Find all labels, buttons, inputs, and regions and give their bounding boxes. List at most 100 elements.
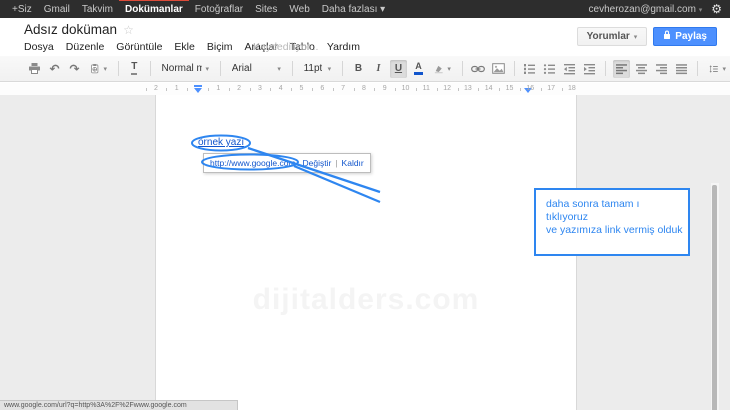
- align-right-button[interactable]: [653, 60, 670, 78]
- comments-label: Yorumlar: [587, 31, 630, 42]
- scrollbar-thumb[interactable]: [712, 185, 717, 410]
- toolbar-separator: [342, 61, 343, 76]
- ruler-tick: [291, 88, 292, 91]
- menu-ekle[interactable]: Ekle: [174, 41, 194, 53]
- vertical-scrollbar[interactable]: [711, 183, 719, 410]
- topbar-item-sites[interactable]: Sites: [249, 0, 283, 19]
- ruler-tick: [208, 88, 209, 91]
- ruler-number: 2: [154, 85, 158, 92]
- ruler-tick: [166, 88, 167, 91]
- chevron-down-icon: ▾: [699, 7, 703, 14]
- ruler-number: 13: [464, 85, 472, 92]
- share-button[interactable]: Paylaş: [653, 27, 717, 46]
- topbar-item-dok-manlar[interactable]: Dokümanlar: [119, 0, 189, 19]
- underline-button[interactable]: U: [390, 60, 407, 78]
- italic-button[interactable]: I: [370, 60, 387, 78]
- insert-image-button[interactable]: [490, 60, 507, 78]
- text-color-button[interactable]: A: [410, 60, 427, 78]
- redo-button[interactable]: ↷: [66, 60, 83, 78]
- ruler-number: 8: [362, 85, 366, 92]
- topbar-item--siz[interactable]: +Siz: [6, 0, 38, 19]
- callout-box: daha sonra tamam ı tıklıyoruz ve yazımız…: [534, 188, 690, 256]
- ruler-tick: [374, 88, 375, 91]
- web-clipboard-button[interactable]: ▾: [86, 60, 111, 78]
- ruler-tick: [187, 88, 188, 91]
- star-icon[interactable]: ☆: [123, 23, 134, 37]
- topbar-item-web[interactable]: Web: [283, 0, 315, 19]
- font-size-value: 11pt: [304, 63, 323, 74]
- chevron-down-icon: ▾: [447, 65, 451, 73]
- ruler-tick: [270, 88, 271, 91]
- document-page[interactable]: dijitalders.com örnek yazı http://www.go…: [155, 95, 577, 410]
- font-size-dropdown[interactable]: 11pt ▾: [300, 60, 336, 78]
- toolbar-separator: [292, 61, 293, 76]
- topbar-item-gmail[interactable]: Gmail: [38, 0, 76, 19]
- ruler-tick: [499, 88, 500, 91]
- undo-button[interactable]: ↶: [46, 60, 63, 78]
- comments-button[interactable]: Yorumlar ▾: [577, 27, 648, 46]
- ruler-tick: [354, 88, 355, 91]
- status-link-url: www.google.com/url?q=http%3A%2F%2Fwww.go…: [4, 402, 187, 409]
- gear-icon[interactable]: ⚙: [711, 0, 722, 18]
- align-center-button[interactable]: [633, 60, 650, 78]
- numbered-list-button[interactable]: [521, 60, 538, 78]
- first-line-indent-marker[interactable]: [194, 85, 202, 87]
- paint-format-button[interactable]: T: [126, 60, 143, 78]
- ruler-number: 12: [443, 85, 451, 92]
- account-menu[interactable]: cevherozan@gmail.com ▾: [589, 4, 703, 15]
- ruler-tick: [562, 88, 563, 91]
- chevron-down-icon: ▾: [634, 33, 638, 41]
- menu-yard-m[interactable]: Yardım: [327, 41, 360, 53]
- status-bar: www.google.com/url?q=http%3A%2F%2Fwww.go…: [0, 400, 238, 410]
- chevron-down-icon: ▾: [722, 65, 726, 73]
- menu-dosya[interactable]: Dosya: [24, 41, 54, 53]
- bubble-remove-link[interactable]: Kaldır: [342, 158, 364, 168]
- line-spacing-button[interactable]: ▾: [705, 60, 730, 78]
- google-services-bar: +SizGmailTakvimDokümanlarFotoğraflarSite…: [0, 0, 730, 18]
- ruler-tick: [458, 88, 459, 91]
- ruler-number: 9: [383, 85, 387, 92]
- bulleted-list-button[interactable]: [541, 60, 558, 78]
- watermark: dijitalders.com: [156, 283, 576, 317]
- ruler-tick: [520, 88, 521, 91]
- styles-dropdown[interactable]: Normal m...▾: [158, 60, 214, 78]
- account-email: cevherozan@gmail.com: [589, 4, 696, 15]
- menu-g-r-nt-le[interactable]: Görüntüle: [116, 41, 162, 53]
- ruler-number: 1: [175, 85, 179, 92]
- decrease-indent-button[interactable]: [561, 60, 578, 78]
- bubble-link-url[interactable]: http://www.google.com: [210, 158, 296, 168]
- bold-button[interactable]: B: [350, 60, 367, 78]
- topbar-item-daha-fazlas-[interactable]: Daha fazlası ▾: [316, 0, 391, 19]
- toolbar-separator: [697, 61, 698, 76]
- topbar-items: +SizGmailTakvimDokümanlarFotoğraflarSite…: [0, 0, 391, 18]
- formatting-toolbar: ↶ ↷ ▾ T Normal m...▾ Arial▾ 11pt▾ B I U …: [0, 56, 730, 82]
- ruler-tick: [541, 88, 542, 91]
- bubble-change-link[interactable]: Değiştir: [303, 158, 332, 168]
- font-dropdown[interactable]: Arial▾: [228, 60, 285, 78]
- justify-button[interactable]: [673, 60, 690, 78]
- print-button[interactable]: [26, 60, 43, 78]
- menu-d-zenle[interactable]: Düzenle: [66, 41, 105, 53]
- toolbar-separator: [220, 61, 221, 76]
- ruler-number: 14: [485, 85, 493, 92]
- ruler-tick: [250, 88, 251, 91]
- ruler-tick: [333, 88, 334, 91]
- ruler-number: 7: [341, 85, 345, 92]
- insert-link-button[interactable]: [470, 60, 487, 78]
- chevron-down-icon: ▾: [206, 65, 210, 73]
- align-left-button[interactable]: [613, 60, 630, 78]
- topbar-item-foto-raflar[interactable]: Fotoğraflar: [189, 0, 249, 19]
- document-link-text[interactable]: örnek yazı: [198, 137, 244, 148]
- ruler-number: 16: [526, 85, 534, 92]
- menu-bi-im[interactable]: Biçim: [207, 41, 233, 53]
- toolbar-separator: [462, 61, 463, 76]
- increase-indent-button[interactable]: [581, 60, 598, 78]
- document-title[interactable]: Adsız doküman: [24, 22, 117, 37]
- document-area: dijitalders.com örnek yazı http://www.go…: [0, 95, 730, 410]
- ruler-tick: [395, 88, 396, 91]
- left-margin-marker[interactable]: [194, 88, 202, 93]
- highlight-color-button[interactable]: ▾: [430, 60, 455, 78]
- topbar-item-takvim[interactable]: Takvim: [76, 0, 119, 19]
- chevron-down-icon: ▾: [328, 65, 332, 73]
- toolbar-separator: [605, 61, 606, 76]
